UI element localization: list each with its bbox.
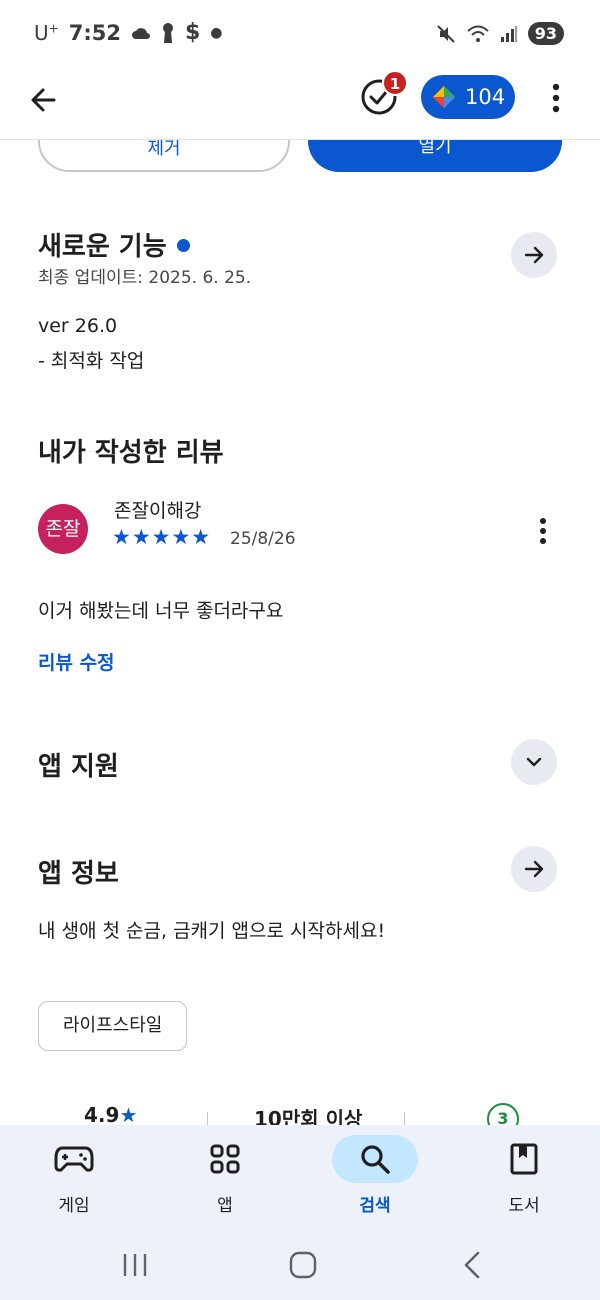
cloud-icon xyxy=(131,27,150,39)
points-count: 104 xyxy=(465,85,506,109)
rating-value: 4.9 xyxy=(84,1103,120,1127)
reviewer-name: 존잘이해강 xyxy=(114,500,202,522)
whats-new-title: 새로운 기능 xyxy=(38,226,190,263)
avatar: 존잘 xyxy=(38,504,88,554)
app-info-title: 앱 정보 xyxy=(38,859,119,889)
system-back-icon[interactable] xyxy=(452,1250,492,1280)
carrier-sup: + xyxy=(48,20,59,35)
keyhole-icon xyxy=(162,22,173,43)
stat-rating: 4.9★ xyxy=(84,1103,137,1127)
nav-icon-container xyxy=(332,1135,418,1183)
arrow-right-icon xyxy=(524,860,544,878)
nav-label-games: 게임 xyxy=(58,1196,90,1216)
nav-icon-container xyxy=(31,1135,117,1183)
rating-star-icon: ★ xyxy=(119,1103,138,1127)
nav-item-search[interactable]: 검색 xyxy=(315,1125,435,1230)
nav-icon-container xyxy=(481,1135,567,1183)
book-icon xyxy=(510,1143,538,1175)
nav-item-games[interactable]: 게임 xyxy=(14,1125,134,1230)
signal-icon xyxy=(500,25,517,42)
my-review-title: 내가 작성한 리뷰 xyxy=(38,438,224,468)
new-indicator-dot xyxy=(176,239,190,252)
play-points-button[interactable]: 104 xyxy=(421,75,515,119)
back-arrow-icon[interactable] xyxy=(24,80,64,120)
search-icon xyxy=(361,1145,390,1174)
recent-apps-icon[interactable] xyxy=(115,1250,155,1280)
nav-label-apps: 앱 xyxy=(217,1196,233,1216)
nav-icon-container xyxy=(182,1135,268,1183)
play-points-icon xyxy=(433,86,455,108)
bottom-navigation: 게임 앱 검색 도서 xyxy=(0,1125,600,1230)
whats-new-arrow-button[interactable] xyxy=(511,232,557,278)
last-updated: 최종 업데이트: 2025. 6. 25. xyxy=(38,268,252,288)
app-support-title: 앱 지원 xyxy=(38,752,119,782)
whats-new-title-text: 새로운 기능 xyxy=(38,232,167,262)
version-text: ver 26.0 xyxy=(38,315,118,337)
nav-item-apps[interactable]: 앱 xyxy=(165,1125,285,1230)
edit-review-link[interactable]: 리뷰 수정 xyxy=(38,648,115,675)
star-rating: ★★★★★ xyxy=(112,525,212,549)
wifi-icon xyxy=(467,25,489,42)
nav-label-search: 검색 xyxy=(359,1196,391,1216)
status-bar: U+ 7:52 $ ● 93 xyxy=(0,0,600,70)
nav-item-books[interactable]: 도서 xyxy=(464,1125,584,1230)
dollar-icon: $ xyxy=(184,20,201,45)
dot-icon: ● xyxy=(210,24,223,41)
app-support-expand-button[interactable] xyxy=(511,739,557,785)
category-chip[interactable]: 라이프스타일 xyxy=(38,1001,188,1051)
app-info-arrow-button[interactable] xyxy=(511,846,557,892)
status-time: 7:52 xyxy=(68,20,121,45)
top-app-bar: 1 104 xyxy=(0,70,600,140)
apps-grid-icon xyxy=(210,1144,240,1174)
mute-icon xyxy=(437,24,455,43)
battery-indicator: 93 xyxy=(527,22,564,45)
carrier-label: U+ xyxy=(34,21,59,45)
status-bar-right: 93 xyxy=(436,22,564,45)
review-more-icon[interactable] xyxy=(532,516,554,546)
update-note: - 최적화 작업 xyxy=(38,350,145,372)
status-bar-left: U+ 7:52 $ ● xyxy=(34,20,222,45)
review-date: 25/8/26 xyxy=(230,529,296,549)
home-icon[interactable] xyxy=(283,1250,323,1280)
system-navigation-bar xyxy=(0,1230,600,1300)
gamepad-icon xyxy=(54,1146,94,1172)
more-vert-icon[interactable] xyxy=(542,80,570,116)
app-description: 내 생애 첫 순금, 금캐기 앱으로 시작하세요! xyxy=(38,920,386,942)
arrow-right-icon xyxy=(524,246,544,264)
nav-label-books: 도서 xyxy=(508,1196,540,1216)
review-text: 이거 해봤는데 너무 좋더라구요 xyxy=(38,600,284,622)
notification-badge: 1 xyxy=(382,70,408,96)
chevron-down-icon xyxy=(526,757,542,767)
carrier-text: U xyxy=(34,20,49,45)
